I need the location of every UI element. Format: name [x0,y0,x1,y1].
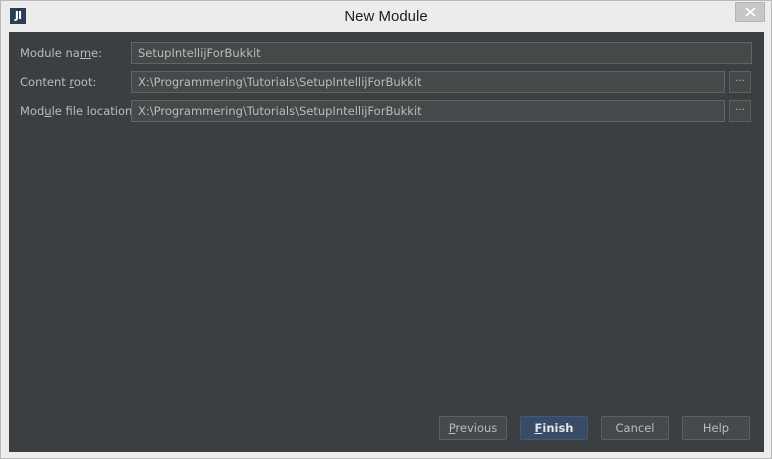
help-button[interactable]: Help [682,416,750,440]
title-bar[interactable]: JI New Module [1,1,771,32]
module-file-location-label-text-end: le file location: [51,104,137,118]
new-module-dialog: JI New Module Module name: SetupIntellij… [0,0,772,459]
content-root-label-text: Content [20,75,70,89]
content-root-browse-button[interactable]: ... [729,71,751,93]
cancel-button[interactable]: Cancel [601,416,669,440]
dialog-content-panel: Module name: SetupIntellijForBukkit Cont… [9,32,764,452]
module-name-label-mnemonic: m [79,46,92,60]
content-root-label-text-end: oot: [73,75,97,89]
module-name-label: Module name: [20,42,102,64]
close-icon [745,7,756,17]
finish-button[interactable]: Finish [520,416,588,440]
module-file-location-label-mnemonic: u [44,104,52,118]
module-name-field[interactable]: SetupIntellijForBukkit [131,42,752,64]
module-file-location-label: Module file location: [20,100,136,122]
content-root-field[interactable]: X:\Programmering\Tutorials\SetupIntellij… [131,71,725,93]
previous-button[interactable]: Previous [439,416,507,440]
module-file-location-label-text: Mod [20,104,45,118]
module-file-location-browse-button[interactable]: ... [729,100,751,122]
module-file-location-field[interactable]: X:\Programmering\Tutorials\SetupIntellij… [131,100,725,122]
previous-button-label: revious [455,421,498,435]
finish-button-label: inish [542,421,574,435]
dialog-title: New Module [344,8,428,25]
close-button[interactable] [735,2,765,22]
module-name-label-text: Module na [20,46,80,60]
module-name-label-text-end: e: [91,46,102,60]
content-root-label: Content root: [20,71,96,93]
